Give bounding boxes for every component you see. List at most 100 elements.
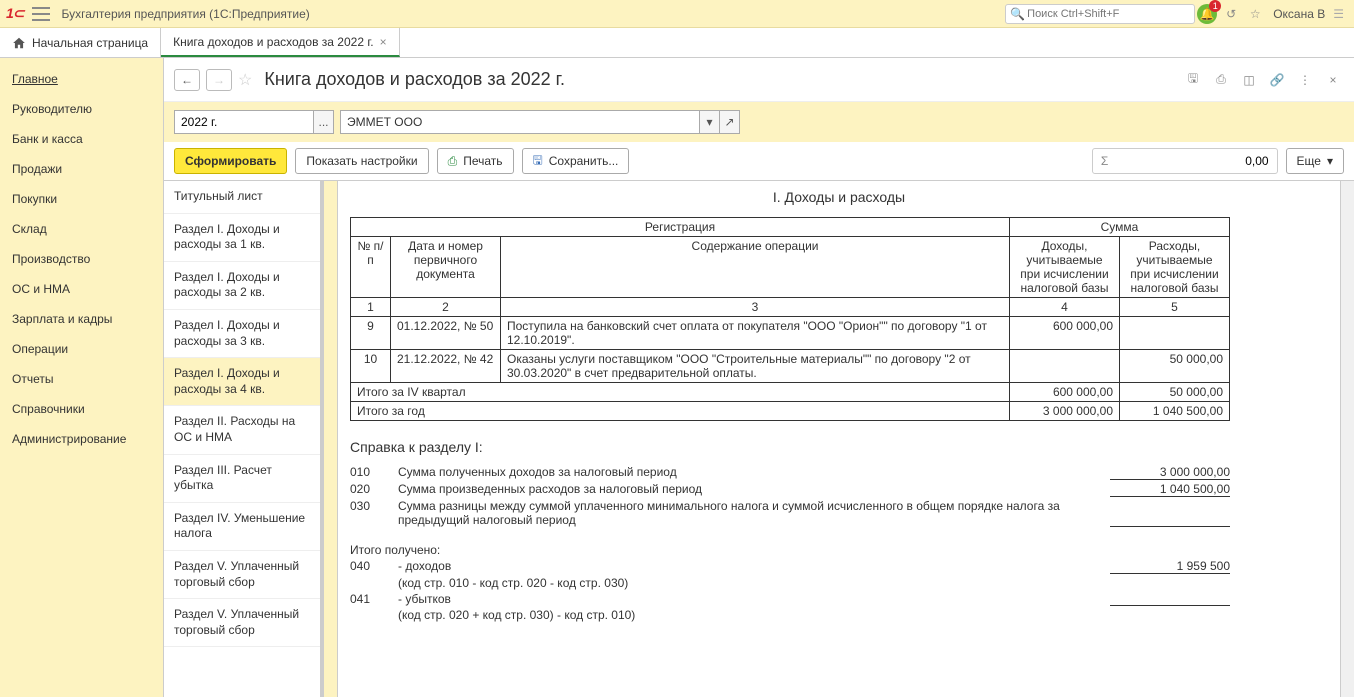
forward-button[interactable]: → [206,69,232,91]
toolbar: Сформировать Показать настройки ⎙ Печать… [164,142,1354,181]
nav-item[interactable]: Раздел II. Расходы на ОС и НМА [164,406,320,454]
tab-report-label: Книга доходов и расходов за 2022 г. [173,35,373,49]
app-title: Бухгалтерия предприятия (1С:Предприятие) [62,7,310,21]
menu-icon[interactable] [32,7,50,21]
col-number: 2 [391,298,501,317]
sidebar-item[interactable]: Операции [0,334,163,364]
gutter [324,181,338,697]
nav-item[interactable]: Раздел V. Уплаченный торговый сбор [164,551,320,599]
table-row: 901.12.2022, № 50Поступила на банковский… [351,317,1230,350]
tab-home-label: Начальная страница [32,36,148,50]
more-button[interactable]: Еще ▾ [1286,148,1344,174]
report-area: I. Доходы и расходы Регистрация Сумма № … [338,181,1340,697]
search-icon: 🔍 [1010,7,1025,21]
sidebar-item[interactable]: ОС и НМА [0,274,163,304]
org-select[interactable]: ЭММЕТ ООО [340,110,700,134]
more-icon[interactable]: ⋮ [1294,69,1316,91]
period-input[interactable] [174,110,314,134]
link-icon[interactable]: 🔗 [1266,69,1288,91]
col-number: 3 [501,298,1010,317]
save-button[interactable]: 🖫 Сохранить... [522,148,630,174]
total-row: Итого за год3 000 000,001 040 500,00 [351,402,1230,421]
reference-title: Справка к разделу I: [350,439,1230,455]
scrollbar[interactable] [1340,181,1354,697]
notif-badge: 1 [1209,0,1221,12]
sidebar-item[interactable]: Руководителю [0,94,163,124]
table-row: 1021.12.2022, № 42Оказаны услуги поставщ… [351,350,1230,383]
col-number: 1 [351,298,391,317]
sigma-box: Σ [1092,148,1278,174]
col-doc: Дата и номер первичного документа [391,237,501,298]
notifications-icon[interactable]: 🔔 1 [1195,2,1219,26]
star-icon[interactable]: ☆ [1243,2,1267,26]
search-input[interactable] [1027,8,1190,20]
nav-item[interactable]: Раздел I. Доходы и расходы за 2 кв. [164,262,320,310]
got-sub-row: (код стр. 010 - код стр. 020 - код стр. … [350,576,1230,590]
sidebar-item[interactable]: Продажи [0,154,163,184]
sidebar-item[interactable]: Покупки [0,184,163,214]
favorite-icon[interactable]: ☆ [238,70,252,90]
got-sub-row: (код стр. 020 + код стр. 030) - код стр.… [350,608,1230,622]
got-label: Итого получено: [350,543,1230,557]
printer-icon: ⎙ [448,154,458,169]
tab-home[interactable]: Начальная страница [0,28,161,57]
close-page-icon[interactable]: × [1322,69,1344,91]
sidebar-item[interactable]: Отчеты [0,364,163,394]
nav-item[interactable]: Титульный лист [164,181,320,214]
sidebar-item[interactable]: Администрирование [0,424,163,454]
col-np: № п/п [351,237,391,298]
history-icon[interactable]: ↺ [1219,2,1243,26]
sidebar-item[interactable]: Производство [0,244,163,274]
form-button[interactable]: Сформировать [174,148,287,174]
period-picker-button[interactable]: ... [314,110,334,134]
print-button[interactable]: ⎙ Печать [437,148,514,174]
user-name[interactable]: Оксана В [1267,7,1329,21]
back-button[interactable]: ← [174,69,200,91]
got-row: 040- доходов1 959 500 [350,559,1230,574]
print-icon[interactable]: ⎙ [1210,69,1232,91]
window-controls-icon[interactable]: ☰ [1329,7,1348,21]
nav-item[interactable]: Раздел IV. Уменьшение налога [164,503,320,551]
nav-item[interactable]: Раздел I. Доходы и расходы за 4 кв. [164,358,320,406]
page-header: ← → ☆ Книга доходов и расходов за 2022 г… [164,58,1354,102]
sigma-value[interactable] [1117,154,1277,168]
sigma-icon: Σ [1093,154,1117,168]
disk-icon: 🖫 [533,151,543,172]
params-bar: ... ЭММЕТ ООО ▾ ↗ [164,102,1354,142]
sidebar: ГлавноеРуководителюБанк и кассаПродажиПо… [0,58,163,697]
nav-item[interactable]: Раздел V. Уплаченный торговый сбор [164,599,320,647]
ref-row: 010Сумма полученных доходов за налоговый… [350,465,1230,480]
head-registration: Регистрация [351,218,1010,237]
got-row: 041- убытков [350,592,1230,606]
sidebar-item[interactable]: Склад [0,214,163,244]
col-number: 4 [1010,298,1120,317]
org-open-button[interactable]: ↗ [720,110,740,134]
col-number: 5 [1120,298,1230,317]
nav-item[interactable]: Раздел III. Расчет убытка [164,455,320,503]
col-op: Содержание операции [501,237,1010,298]
titlebar: 1⊂ Бухгалтерия предприятия (1С:Предприят… [0,0,1354,28]
sidebar-item[interactable]: Зарплата и кадры [0,304,163,334]
settings-button[interactable]: Показать настройки [295,148,428,174]
nav-item[interactable]: Раздел I. Доходы и расходы за 1 кв. [164,214,320,262]
logo-1c: 1⊂ [6,5,24,22]
head-sum: Сумма [1010,218,1230,237]
home-icon [12,36,26,50]
close-icon[interactable]: × [380,35,387,49]
col-income: Доходы, учитываемые при исчислении налог… [1010,237,1120,298]
col-expense: Расходы, учитываемые при исчислении нало… [1120,237,1230,298]
save-icon[interactable]: 🖫 [1182,69,1204,91]
ref-row: 030Сумма разницы между суммой уплаченног… [350,499,1230,527]
tab-report[interactable]: Книга доходов и расходов за 2022 г. × [161,28,400,57]
chevron-down-icon: ▾ [1327,154,1333,168]
sidebar-item[interactable]: Справочники [0,394,163,424]
ref-row: 020Сумма произведенных расходов за налог… [350,482,1230,497]
section-title: I. Доходы и расходы [350,185,1328,215]
sidebar-item[interactable]: Банк и касса [0,124,163,154]
total-row: Итого за IV квартал600 000,0050 000,00 [351,383,1230,402]
nav-item[interactable]: Раздел I. Доходы и расходы за 3 кв. [164,310,320,358]
send-icon[interactable]: ◫ [1238,69,1260,91]
sidebar-item[interactable]: Главное [0,64,163,94]
search-box[interactable]: 🔍 [1005,4,1195,24]
org-dropdown-button[interactable]: ▾ [700,110,720,134]
